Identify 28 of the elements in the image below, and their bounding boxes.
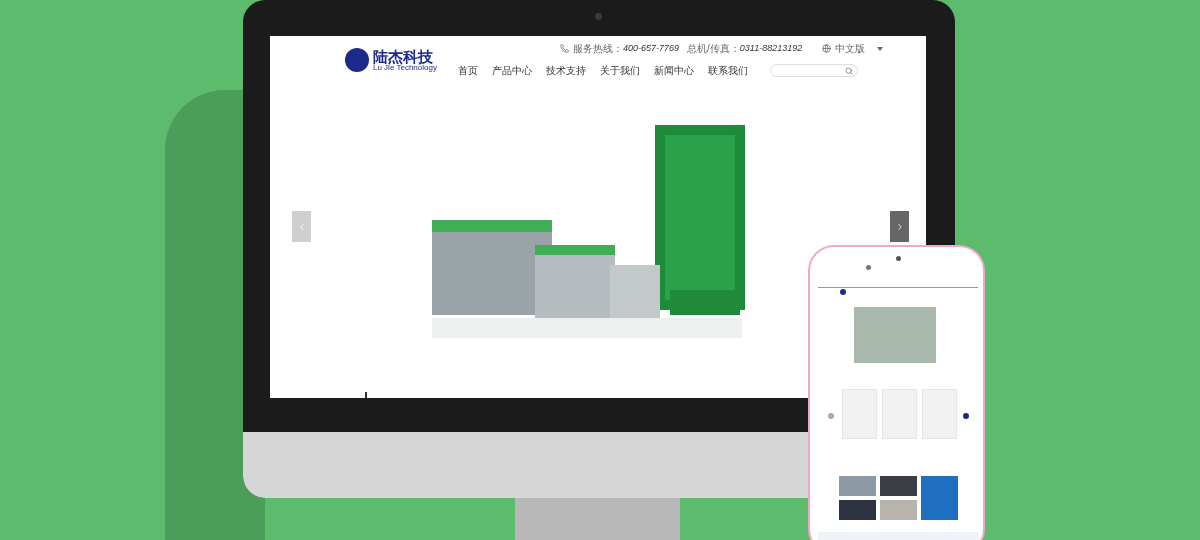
phone-photo	[880, 476, 917, 496]
nav-link[interactable]: 联系我们	[708, 63, 748, 78]
phone-icon	[560, 44, 569, 53]
phone-photo	[839, 476, 876, 496]
contact-number: 0311-88213192	[739, 41, 803, 55]
phone-card-photo	[882, 389, 917, 439]
camera-icon	[595, 13, 602, 20]
globe-icon	[822, 44, 832, 53]
contact-number: 400-657-7769	[623, 41, 680, 55]
search-icon	[845, 66, 853, 75]
previous-slide-button[interactable]	[292, 211, 311, 242]
contact-label: 服务热线：	[573, 42, 623, 56]
phone-photo	[839, 500, 876, 520]
nav-link[interactable]: 关于我们	[600, 63, 640, 78]
contact-label: 总机/传真：	[687, 42, 740, 56]
nav-link[interactable]: 技术支持	[546, 63, 586, 78]
nav-link[interactable]: 产品中心	[492, 63, 532, 78]
brand-name: 陆杰科技	[373, 48, 434, 64]
phone-photo	[880, 500, 917, 520]
next-slide-button[interactable]	[890, 211, 909, 242]
nav-link[interactable]: 首页	[458, 63, 478, 78]
phone-camera-icon	[896, 256, 901, 261]
language-link[interactable]: 中文版	[835, 41, 866, 56]
nav-link[interactable]: 新闻中心	[654, 63, 694, 78]
caret-icon	[877, 46, 884, 51]
phone-photo	[921, 476, 958, 520]
phone-card-photo	[922, 389, 957, 439]
phone-card-photo	[842, 389, 877, 439]
